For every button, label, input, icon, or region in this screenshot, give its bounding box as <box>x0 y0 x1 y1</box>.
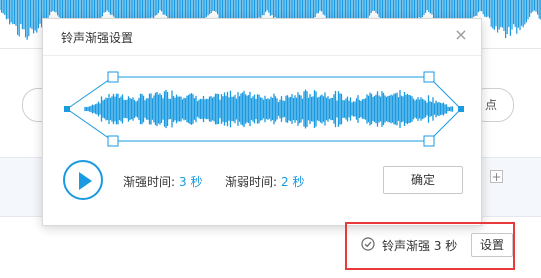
dialog-title: 铃声渐强设置 <box>61 31 134 45</box>
background-add-icon[interactable]: + <box>490 170 503 183</box>
fade-out-value[interactable]: 2 秒 <box>281 175 304 189</box>
confirm-button[interactable]: 确定 <box>383 166 463 194</box>
fade-in-time: 渐强时间: 3 秒 <box>123 173 203 190</box>
waveform <box>84 89 454 129</box>
fade-in-handle-top[interactable] <box>107 71 119 83</box>
fade-in-handle-bottom[interactable] <box>107 135 119 147</box>
envelope-handle-end[interactable] <box>458 106 464 112</box>
fade-out-label: 渐弱时间: <box>225 175 278 189</box>
fade-out-handle-top[interactable] <box>423 71 435 83</box>
envelope-handle-start[interactable] <box>64 106 70 112</box>
fade-in-label: 渐强时间: <box>123 175 176 189</box>
waveform-editor[interactable] <box>63 71 465 147</box>
fade-in-value[interactable]: 3 秒 <box>179 175 202 189</box>
fade-out-handle-bottom[interactable] <box>423 135 435 147</box>
play-button[interactable] <box>63 160 103 200</box>
dialog-divider <box>43 55 481 56</box>
settings-button[interactable]: 设置 <box>471 233 513 257</box>
fade-status-text: 铃声渐强 3 秒 <box>382 239 458 253</box>
check-circle-icon <box>361 237 375 251</box>
close-icon[interactable]: × <box>453 27 469 43</box>
fade-settings-dialog: 铃声渐强设置 × 渐强时间: 3 秒 渐弱时间: 2 秒 确定 <box>42 18 482 226</box>
play-icon <box>79 172 92 190</box>
fade-out-time: 渐弱时间: 2 秒 <box>225 173 305 190</box>
